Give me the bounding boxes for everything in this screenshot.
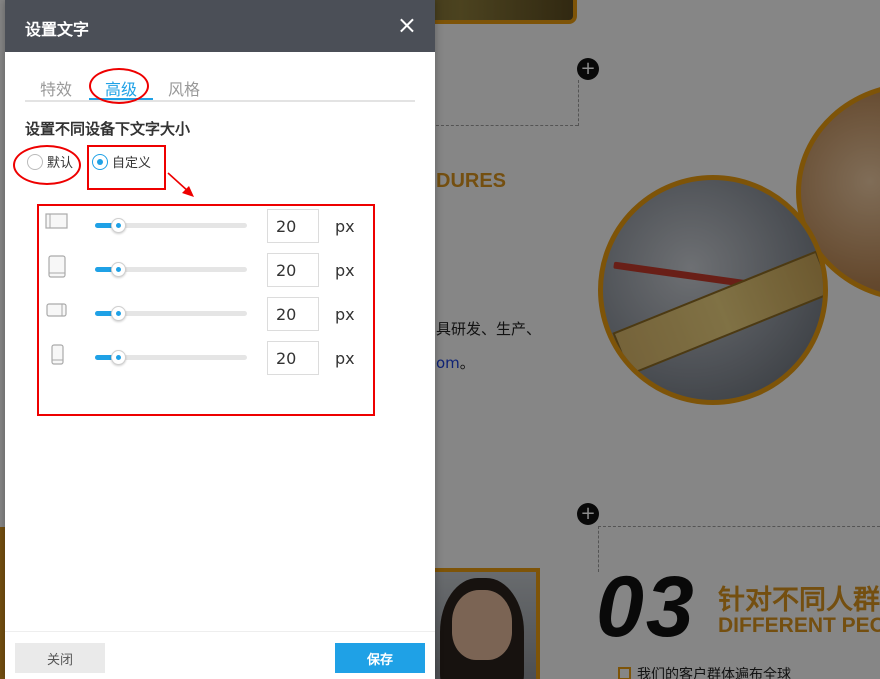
tab-bar: 特效 高级 风格 <box>25 72 415 102</box>
annotation-circle-tab <box>89 68 149 104</box>
dialog-footer: 关闭 保存 <box>5 631 435 679</box>
save-button[interactable]: 保存 <box>335 643 425 673</box>
tab-style[interactable]: 风格 <box>168 76 200 100</box>
close-button[interactable]: 关闭 <box>15 643 105 673</box>
text-settings-dialog: 设置文字 × 特效 高级 风格 设置不同设备下文字大小 默认 自定义 px px… <box>5 0 435 679</box>
annotation-circle-default <box>13 145 81 185</box>
section-title: 设置不同设备下文字大小 <box>25 120 191 138</box>
close-icon[interactable]: × <box>397 12 417 38</box>
tab-effects[interactable]: 特效 <box>40 76 72 100</box>
annotation-arrow-icon <box>167 172 194 197</box>
annotation-box-custom <box>87 145 166 190</box>
annotation-box-sizes <box>37 204 375 416</box>
dialog-header: 设置文字 × <box>5 0 435 52</box>
dialog-title: 设置文字 <box>25 20 90 39</box>
